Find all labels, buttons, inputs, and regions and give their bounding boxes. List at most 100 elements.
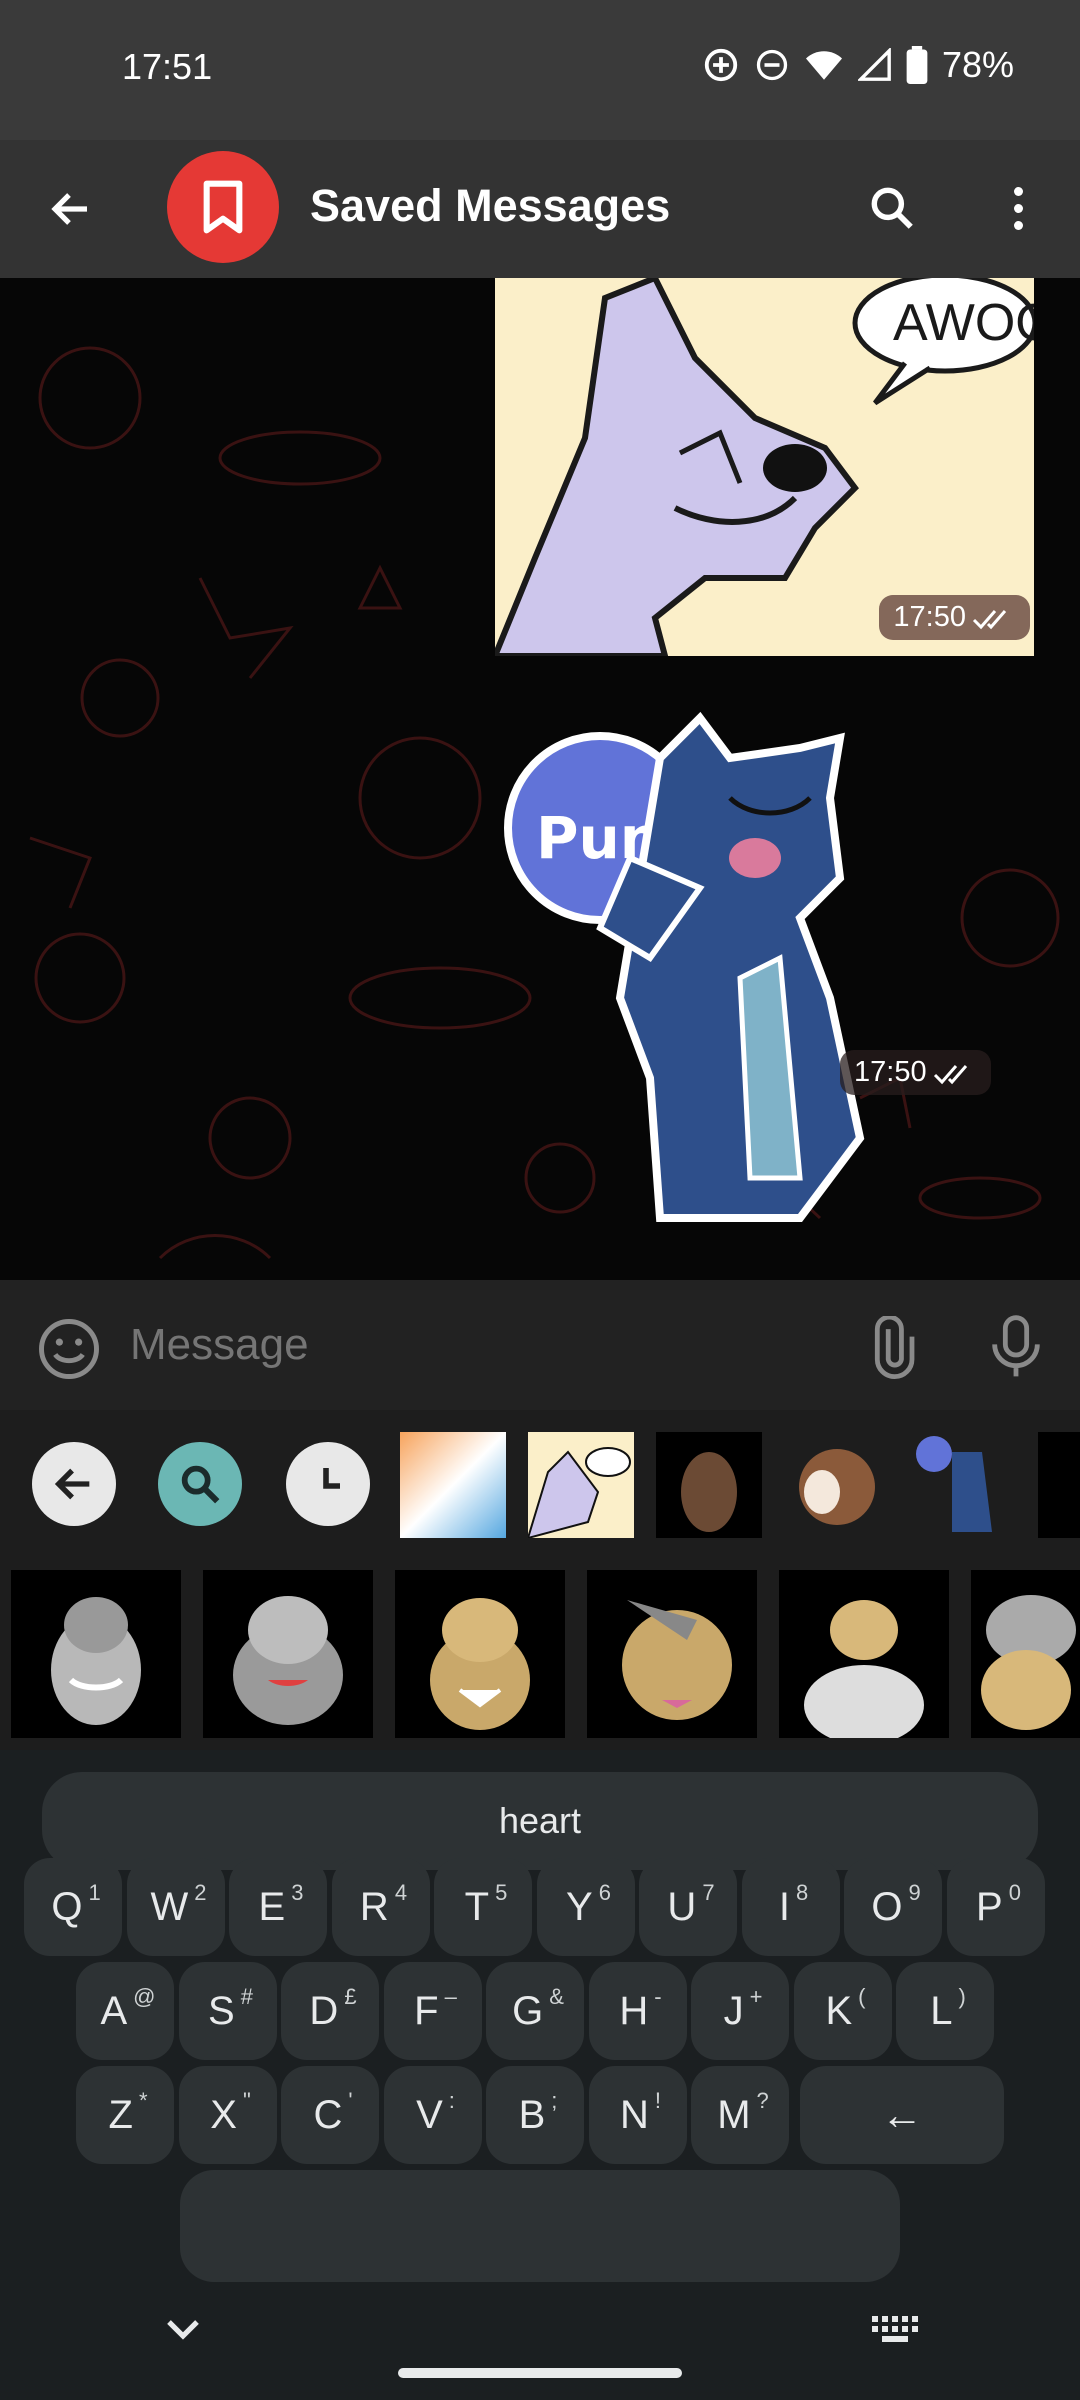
search-icon bbox=[181, 1465, 220, 1504]
key-x[interactable]: X " bbox=[178, 2066, 277, 2164]
mic-button[interactable] bbox=[984, 1312, 1048, 1382]
key-z[interactable]: Z * bbox=[76, 2066, 174, 2164]
sticker-set-thumb-5[interactable] bbox=[912, 1432, 1018, 1538]
key-label: T bbox=[464, 1884, 490, 1929]
double-check-icon bbox=[933, 1064, 967, 1084]
key-label: U bbox=[667, 1884, 697, 1929]
keyboard-icon bbox=[872, 2316, 918, 2342]
home-indicator[interactable] bbox=[398, 2368, 682, 2378]
sticker-back-button[interactable] bbox=[32, 1442, 116, 1526]
sticker-set-thumb-2[interactable] bbox=[526, 1432, 634, 1540]
data-saver-icon bbox=[704, 48, 738, 82]
key-label: W bbox=[150, 1884, 189, 1929]
key-t[interactable]: T5 bbox=[434, 1858, 532, 1956]
back-icon bbox=[54, 1468, 90, 1500]
key-q[interactable]: Q1 bbox=[24, 1858, 122, 1956]
sticker-result-3[interactable] bbox=[395, 1570, 565, 1738]
chat-area[interactable]: AWOO. 17:50 Pun. 17:50 bbox=[0, 278, 1080, 1280]
sticker-result-4[interactable] bbox=[587, 1570, 757, 1738]
key-s[interactable]: S # bbox=[178, 1962, 277, 2060]
message-sticker[interactable]: Pun. 17:50 bbox=[500, 698, 1040, 1238]
key-l[interactable]: L) bbox=[896, 1962, 994, 2060]
key-secondary-label: # bbox=[240, 1984, 253, 2009]
key-label: Z bbox=[108, 2092, 133, 2137]
sticker-result-5[interactable] bbox=[779, 1570, 949, 1738]
battery-icon bbox=[906, 46, 928, 84]
key-j[interactable]: J + bbox=[691, 1962, 789, 2060]
key-secondary-label: 5 bbox=[495, 1880, 508, 1905]
key-d[interactable]: D £ bbox=[281, 1962, 379, 2060]
key-label: D bbox=[309, 1988, 339, 2033]
key-i[interactable]: I8 bbox=[741, 1858, 840, 1956]
key-label: S bbox=[208, 1988, 235, 2033]
key-label: L bbox=[930, 1988, 953, 2033]
key-secondary-label: 6 bbox=[598, 1880, 611, 1905]
sticker-set-thumb-4[interactable] bbox=[784, 1432, 890, 1538]
key-label: B bbox=[518, 2092, 546, 2137]
key-u[interactable]: U7 bbox=[639, 1858, 737, 1956]
key-p[interactable]: P0 bbox=[946, 1858, 1045, 1956]
key-label: G bbox=[512, 1988, 544, 2033]
key-secondary-label: £ bbox=[344, 1984, 357, 2009]
key-m[interactable]: M? bbox=[691, 2066, 789, 2164]
sticker-set-thumb-1[interactable] bbox=[400, 1432, 506, 1538]
key-label: H bbox=[619, 1988, 649, 2033]
key-f[interactable]: F – bbox=[383, 1962, 482, 2060]
more-button[interactable] bbox=[1000, 178, 1036, 238]
message-input[interactable] bbox=[130, 1310, 830, 1380]
emoji-button[interactable] bbox=[36, 1316, 102, 1382]
key-h[interactable]: H- bbox=[588, 1962, 687, 2060]
search-button[interactable] bbox=[862, 178, 922, 238]
key-secondary-label: – bbox=[444, 1984, 457, 2009]
sticker-search-button[interactable] bbox=[158, 1442, 242, 1526]
key-c[interactable]: C ' bbox=[281, 2066, 379, 2164]
key-w[interactable]: W2 bbox=[126, 1858, 225, 1956]
key-secondary-label: * bbox=[138, 2088, 148, 2113]
attach-icon bbox=[874, 1314, 915, 1380]
key-r[interactable]: R4 bbox=[331, 1858, 430, 1956]
key-label: J bbox=[723, 1988, 744, 2033]
back-arrow-icon bbox=[51, 193, 87, 225]
key-label: N bbox=[619, 2092, 649, 2137]
sticker-set-thumb-6[interactable] bbox=[1038, 1432, 1080, 1538]
sticker-result-2[interactable] bbox=[203, 1570, 373, 1738]
key-e[interactable]: E3 bbox=[229, 1858, 327, 1956]
key-backspace[interactable]: ← bbox=[800, 2066, 1004, 2164]
keyboard-switch-button[interactable] bbox=[872, 2316, 922, 2346]
message-time: 17:50 bbox=[879, 595, 1030, 640]
hide-keyboard-button[interactable] bbox=[158, 2310, 208, 2350]
message-image[interactable]: AWOO. 17:50 bbox=[495, 278, 1034, 656]
signal-icon bbox=[857, 48, 891, 81]
key-space[interactable] bbox=[180, 2170, 900, 2282]
key-g[interactable]: G & bbox=[486, 1962, 584, 2060]
back-button[interactable] bbox=[38, 176, 104, 242]
status-icons: 78% bbox=[702, 44, 1014, 86]
key-secondary-label: ) bbox=[958, 1984, 966, 2009]
key-b[interactable]: B; bbox=[486, 2066, 584, 2164]
key-secondary-label: + bbox=[749, 1984, 763, 2009]
key-n[interactable]: N! bbox=[588, 2066, 687, 2164]
chat-header: Saved Messages bbox=[0, 140, 1080, 278]
sticker-panel bbox=[0, 1410, 1080, 1750]
avatar[interactable] bbox=[167, 151, 279, 263]
chat-title[interactable]: Saved Messages bbox=[310, 180, 670, 232]
sticker-result-6[interactable] bbox=[971, 1570, 1080, 1738]
wolf-sticker-image: Pun. bbox=[504, 711, 865, 1222]
key-k[interactable]: K( bbox=[793, 1962, 892, 2060]
more-vert-icon bbox=[1013, 186, 1023, 230]
key-a[interactable]: A @ bbox=[76, 1962, 174, 2060]
sticker-recent-button[interactable] bbox=[286, 1442, 370, 1526]
key-secondary-label: 9 bbox=[908, 1880, 921, 1905]
keyboard-search-field[interactable]: heart bbox=[42, 1772, 1038, 1870]
key-secondary-label: - bbox=[654, 1984, 662, 2009]
sticker-set-thumb-3[interactable] bbox=[656, 1432, 762, 1538]
key-secondary-label: @ bbox=[133, 1984, 156, 2009]
key-o[interactable]: O9 bbox=[844, 1858, 942, 1956]
speech-text: AWOO. bbox=[893, 294, 1034, 352]
attach-button[interactable] bbox=[860, 1314, 924, 1380]
sticker-result-1[interactable] bbox=[11, 1570, 181, 1738]
status-time: 17:51 bbox=[122, 46, 213, 87]
key-y[interactable]: Y6 bbox=[536, 1858, 635, 1956]
key-secondary-label: ( bbox=[858, 1984, 866, 2009]
key-v[interactable]: V: bbox=[383, 2066, 482, 2164]
